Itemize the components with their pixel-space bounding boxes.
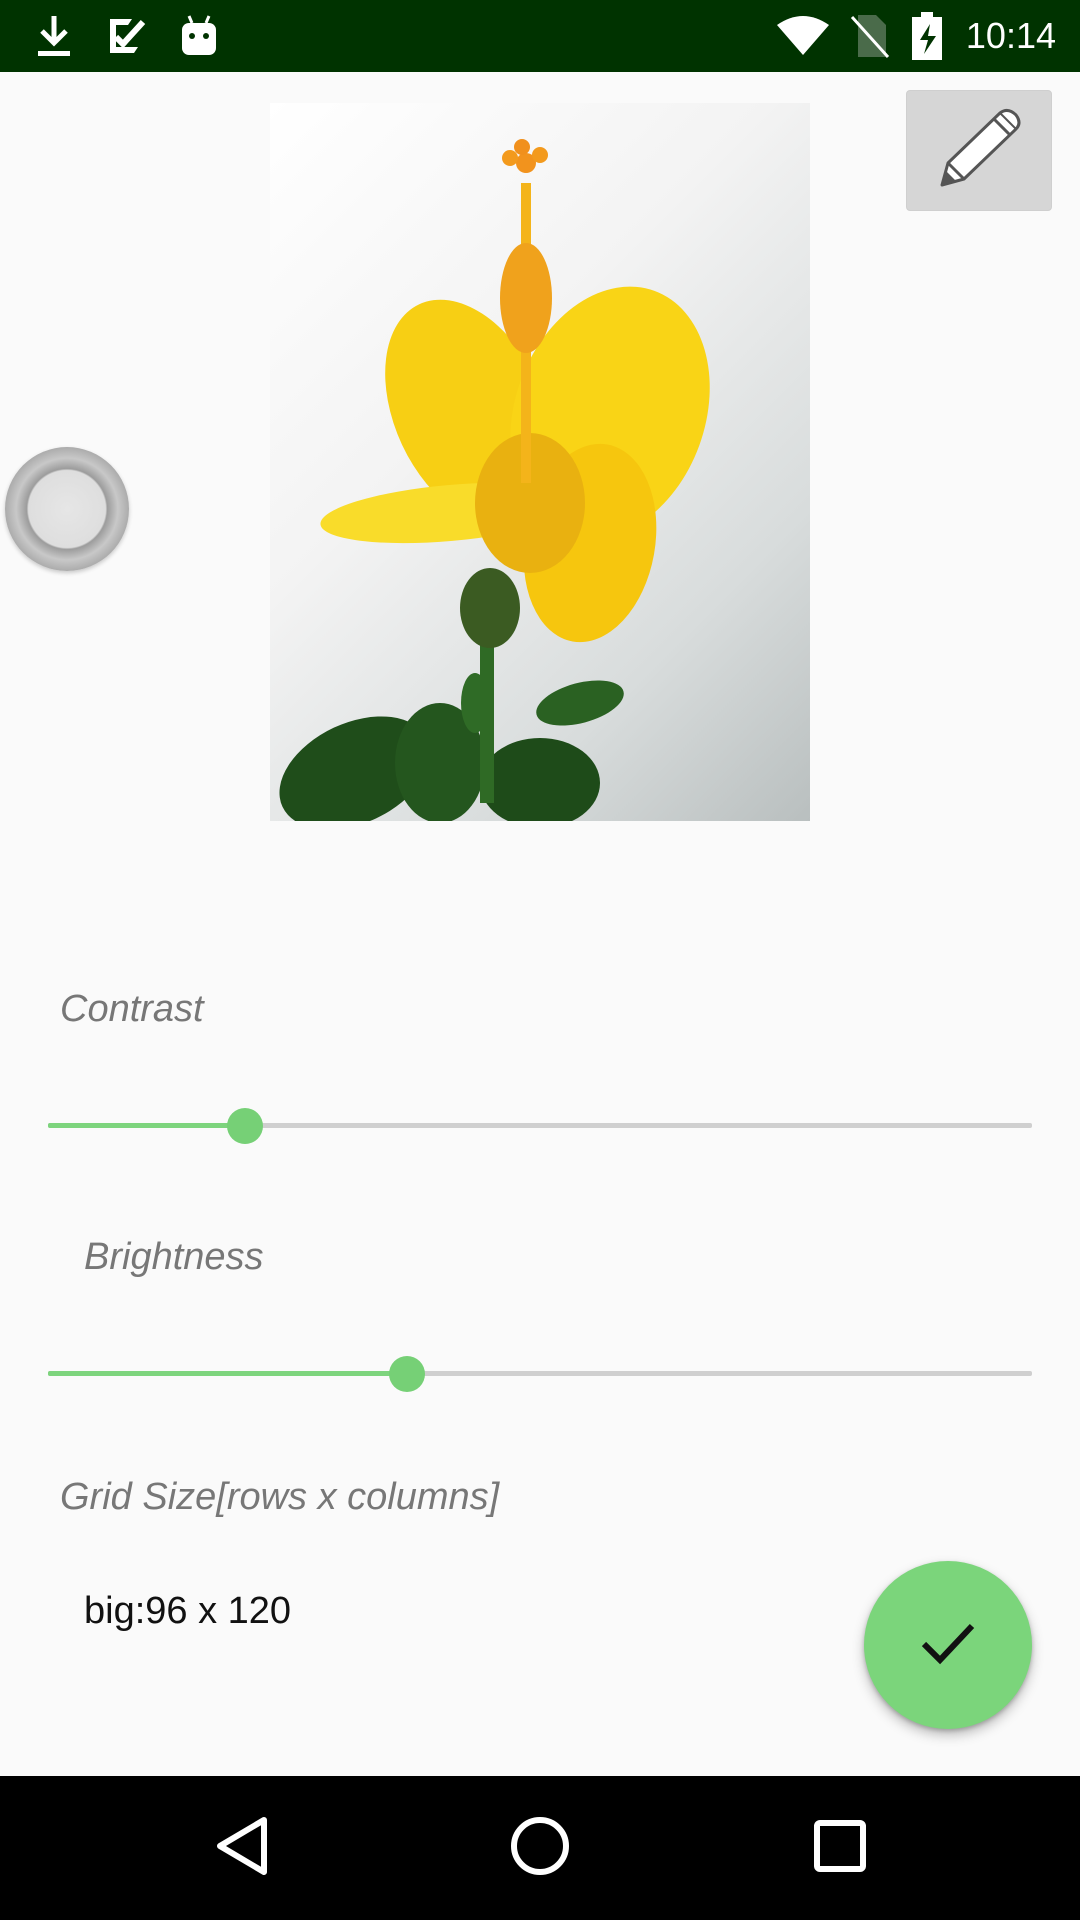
brightness-fill [48,1371,408,1376]
checklist-icon [106,0,148,72]
grid-size-label: Grid Size[rows x columns] [60,1476,500,1518]
status-bar: 10:14 [0,0,1080,72]
check-icon [918,1618,978,1673]
grid-size-selector[interactable]: big:96 x 120 [84,1590,291,1633]
edit-button[interactable] [906,90,1052,211]
recents-icon [812,1818,868,1879]
battery-charging-icon [912,0,942,72]
brightness-slider[interactable] [48,1354,1032,1394]
contrast-slider[interactable] [48,1106,1032,1146]
android-icon [180,0,218,72]
flower-photo [270,103,810,821]
confirm-fab[interactable] [864,1561,1032,1729]
home-icon [508,1814,572,1883]
navigation-bar [0,1776,1080,1920]
brightness-label: Brightness [84,1236,264,1278]
clock: 10:14 [965,15,1056,56]
assistive-touch-button[interactable] [5,447,129,571]
brightness-thumb[interactable] [389,1356,426,1392]
home-button[interactable] [460,1776,620,1920]
contrast-fill [48,1123,245,1128]
back-icon [212,1814,272,1883]
no-sim-icon [850,0,890,72]
pencil-icon [934,105,1024,196]
contrast-thumb[interactable] [226,1108,263,1144]
contrast-label: Contrast [60,988,204,1030]
wifi-icon [776,0,830,72]
recents-button[interactable] [760,1776,920,1920]
download-icon [36,0,72,72]
back-button[interactable] [162,1776,322,1920]
